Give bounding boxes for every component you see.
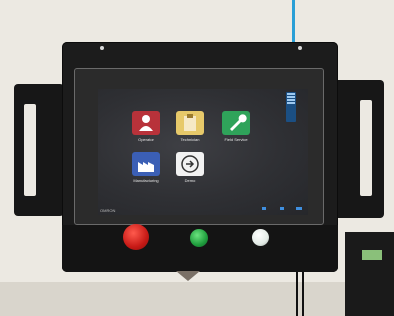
white-button[interactable] xyxy=(252,229,269,246)
equipment-label xyxy=(362,250,382,260)
black-cable xyxy=(302,268,304,316)
red-button[interactable] xyxy=(123,224,149,250)
wrench-icon xyxy=(230,114,247,131)
operator-app-label: Operator xyxy=(138,137,154,142)
person-icon xyxy=(139,115,153,131)
green-button[interactable] xyxy=(190,229,208,247)
status-panel xyxy=(286,92,296,122)
equipment-box xyxy=(345,232,394,316)
demo-app-label: Demo xyxy=(184,178,196,183)
field-service-app-label: Field Service xyxy=(224,137,248,142)
nav-indicator xyxy=(280,207,284,210)
left-bracket-slot xyxy=(24,104,36,196)
manufacturing-app-label: Manufacturing xyxy=(133,178,159,183)
arrow-right-icon xyxy=(181,155,199,173)
demo-app-tile[interactable] xyxy=(176,152,204,176)
clipboard-icon xyxy=(184,114,196,131)
nav-indicator xyxy=(262,207,266,210)
status-bar xyxy=(287,96,295,98)
floor xyxy=(0,282,394,316)
technician-app-tile[interactable] xyxy=(176,111,204,135)
right-bracket-slot xyxy=(360,100,372,196)
blue-cable xyxy=(292,0,295,48)
operator-app-tile[interactable] xyxy=(132,111,160,135)
screw xyxy=(100,46,104,50)
status-bar xyxy=(287,102,295,104)
factory-icon xyxy=(138,162,154,172)
technician-app-label: Technician xyxy=(180,137,200,142)
nav-indicator xyxy=(296,207,302,210)
black-cable xyxy=(296,265,298,316)
field-service-app-tile[interactable] xyxy=(222,111,250,135)
screw xyxy=(298,46,302,50)
status-bar xyxy=(287,93,295,95)
brand-label: OMRON xyxy=(100,208,116,213)
manufacturing-app-tile[interactable] xyxy=(132,152,160,176)
left-mount-bracket xyxy=(14,84,64,216)
status-bar xyxy=(287,99,295,101)
hinge-plate xyxy=(176,271,200,281)
right-mount-bracket xyxy=(334,80,384,218)
